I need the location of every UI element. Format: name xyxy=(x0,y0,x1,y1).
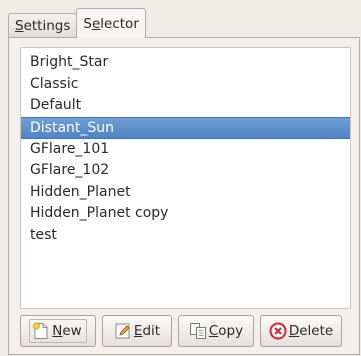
copy-button-mnemonic: C xyxy=(208,323,219,339)
delete-button[interactable]: Delete xyxy=(260,315,342,347)
list-item[interactable]: test xyxy=(21,225,350,247)
copy-button-label: opy xyxy=(218,323,244,339)
tab-selector-mnemonic: e xyxy=(91,15,101,32)
new-button-label: ew xyxy=(62,323,82,339)
list-item[interactable]: GFlare_101 xyxy=(21,139,350,161)
new-button-focus-frame: New xyxy=(29,319,87,343)
delete-icon xyxy=(269,322,287,340)
copy-icon xyxy=(189,322,207,340)
new-button[interactable]: New xyxy=(20,315,96,347)
list-item[interactable]: Default xyxy=(21,95,350,117)
edit-button-mnemonic: E xyxy=(133,323,143,339)
tab-selector-label-end: lector xyxy=(100,15,139,32)
list-item[interactable]: Hidden_Planet xyxy=(21,182,350,204)
new-button-mnemonic: N xyxy=(52,323,63,339)
tab-bar: Settings Se lector xyxy=(8,8,146,38)
copy-button[interactable]: Copy xyxy=(178,315,254,347)
list-item[interactable]: Classic xyxy=(21,74,350,96)
tab-settings[interactable]: Settings xyxy=(8,13,78,38)
tab-settings-mnemonic: S xyxy=(15,18,24,34)
gflare-selector-dialog: Settings Se lector Bright_Star Classic De… xyxy=(0,0,361,356)
edit-button-label: dit xyxy=(142,323,161,339)
new-document-icon xyxy=(32,322,50,340)
edit-pencil-icon xyxy=(114,322,132,340)
list-item[interactable]: Bright_Star xyxy=(21,52,350,74)
edit-button[interactable]: Edit xyxy=(102,315,172,347)
selector-pane: Bright_Star Classic Default Distant_Sun … xyxy=(8,37,360,355)
tab-selector-label-start: S xyxy=(83,15,92,32)
gflare-list[interactable]: Bright_Star Classic Default Distant_Sun … xyxy=(20,47,351,309)
list-item-selected[interactable]: Distant_Sun xyxy=(21,116,350,139)
delete-button-label: elete xyxy=(299,323,334,339)
tab-selector[interactable]: Se lector xyxy=(76,8,146,38)
list-item[interactable]: GFlare_102 xyxy=(21,160,350,182)
tab-settings-label: ettings xyxy=(23,18,71,34)
button-row: New Edit C opy D elete xyxy=(20,315,358,347)
delete-button-mnemonic: D xyxy=(288,323,300,339)
list-item[interactable]: Hidden_Planet copy xyxy=(21,203,350,225)
